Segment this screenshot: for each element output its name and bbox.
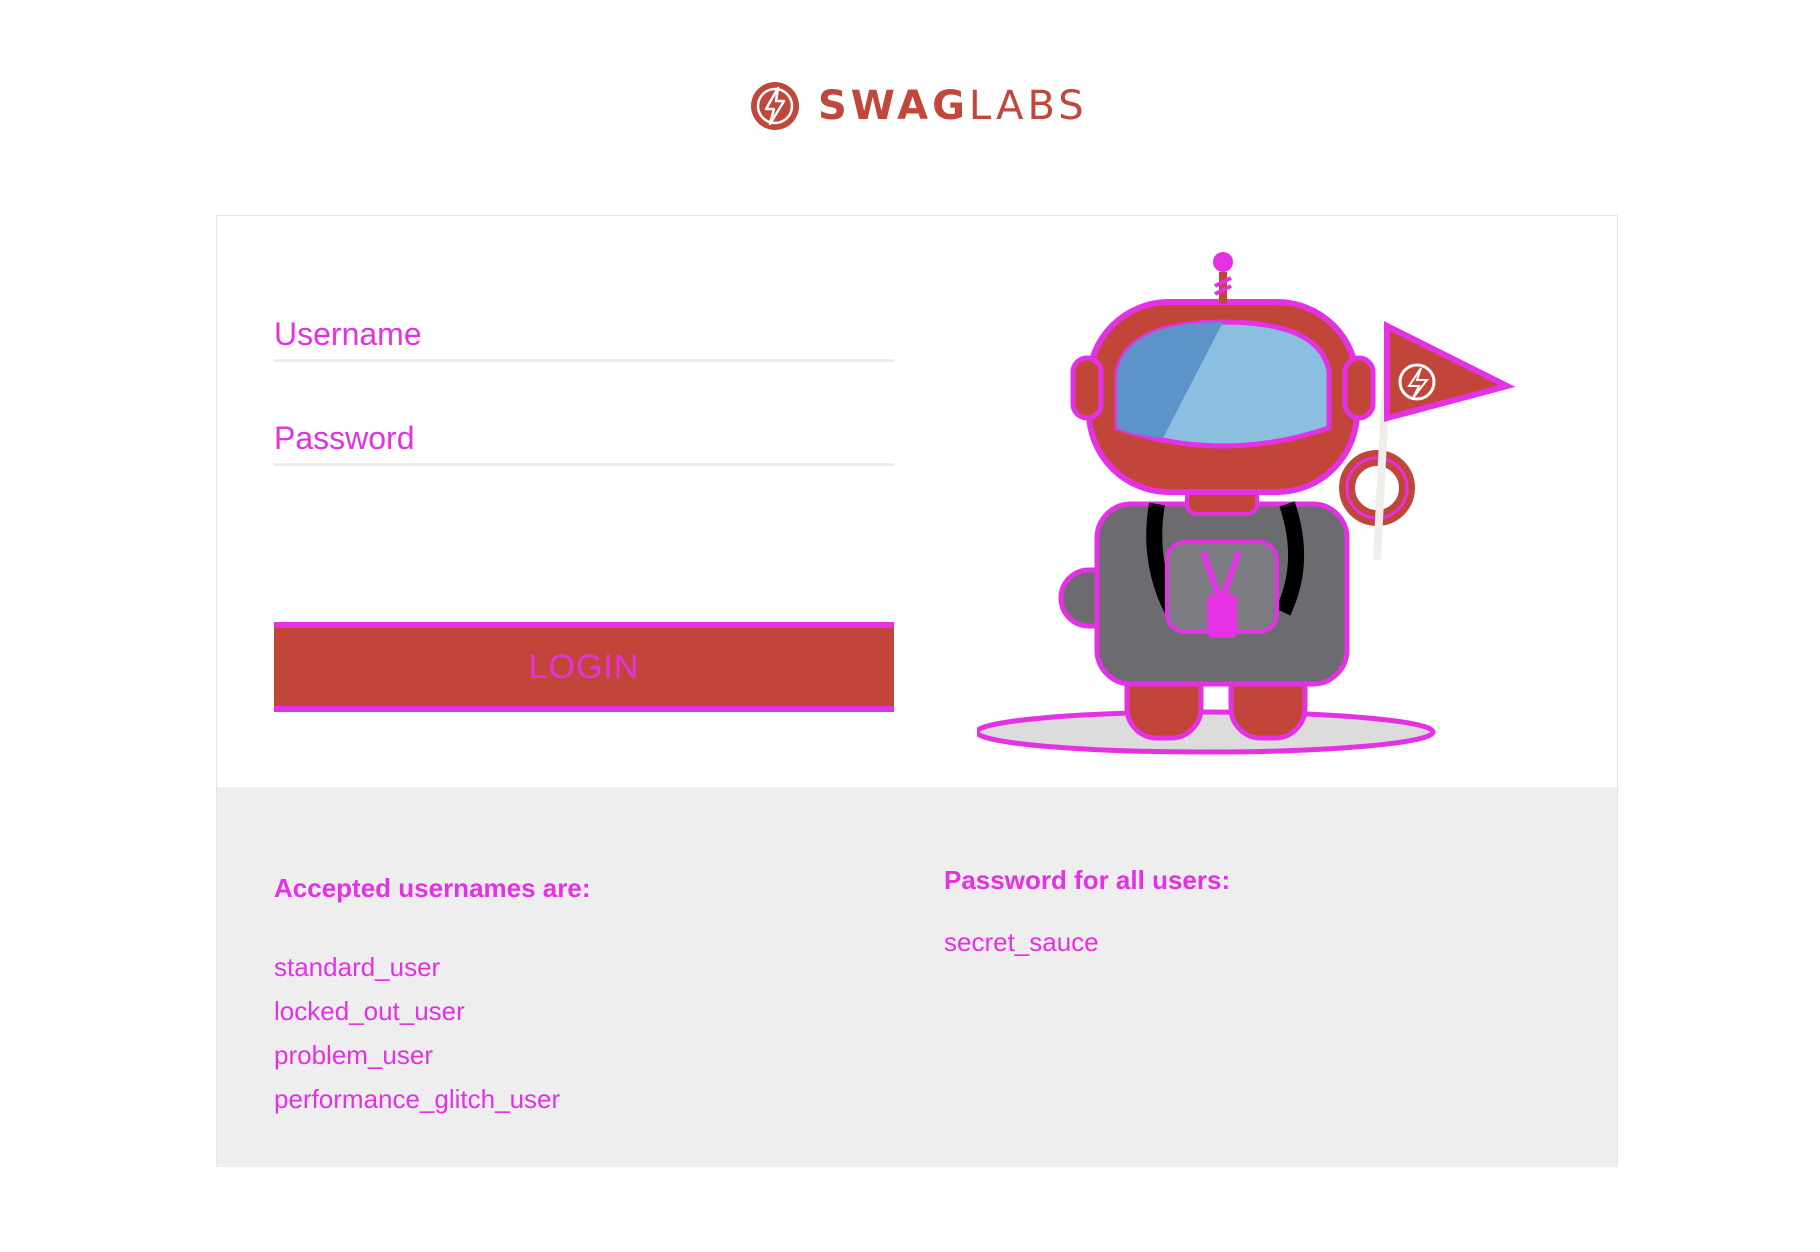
lightning-bolt-icon xyxy=(751,82,799,130)
username-item: standard_user xyxy=(274,952,441,982)
swag-labs-logo: SWAGLABS xyxy=(748,76,1088,136)
username-item: locked_out_user xyxy=(274,996,465,1026)
password-title: Password for all users: xyxy=(944,865,1231,895)
accepted-usernames-title: Accepted usernames are: xyxy=(274,873,591,903)
username-item: performance_glitch_user xyxy=(274,1084,561,1114)
logo-text-labs: LABS xyxy=(968,83,1088,129)
robot-mascot-icon xyxy=(977,252,1516,755)
password-input[interactable] xyxy=(274,414,894,466)
credentials-panel: Accepted usernames are: standard_user lo… xyxy=(217,787,1617,1167)
login-panel: LOGIN xyxy=(217,216,1617,787)
logo-wordmark: SWAGLABS xyxy=(818,86,1088,126)
username-item: problem_user xyxy=(274,1040,433,1070)
usernames-list: standard_user locked_out_user problem_us… xyxy=(274,945,560,1121)
password-value: secret_sauce xyxy=(944,927,1099,957)
login-card: LOGIN xyxy=(216,215,1618,1167)
login-button[interactable]: LOGIN xyxy=(274,622,894,712)
logo-text-swag: SWAG xyxy=(818,83,969,129)
username-input[interactable] xyxy=(274,310,894,362)
